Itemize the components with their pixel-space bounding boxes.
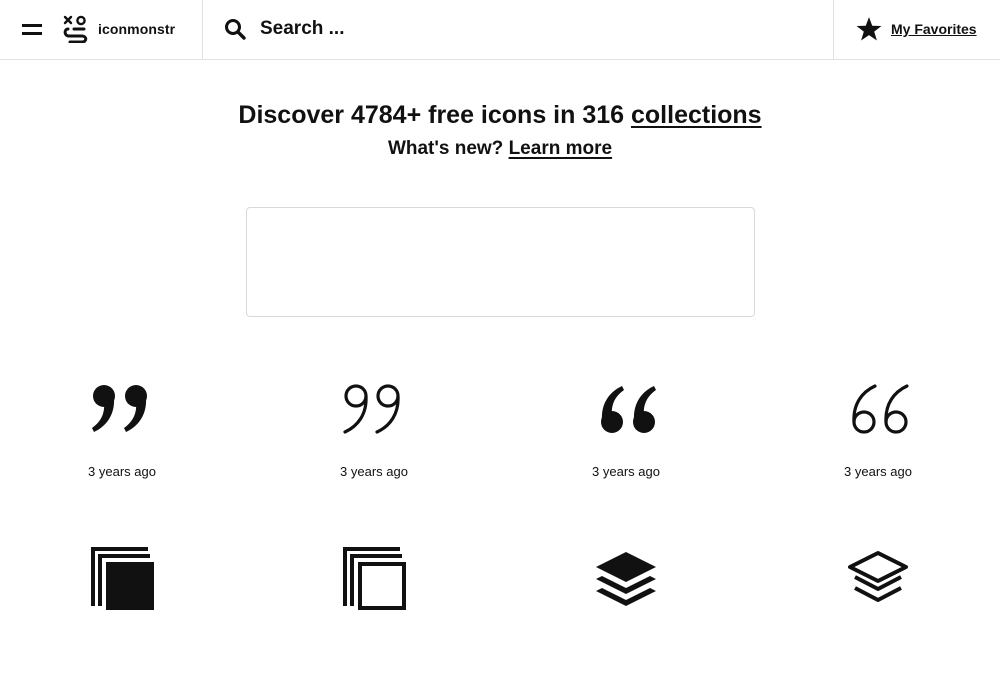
star-icon [856,17,882,41]
layers-outline-icon [848,551,908,602]
page-headline: Discover 4784+ free icons in 316 collect… [0,98,1000,132]
ad-placeholder-box [246,207,755,317]
icon-card[interactable]: 3 years ago [778,378,978,508]
icon-date: 3 years ago [88,464,156,479]
icon-card[interactable]: 3 years ago [274,378,474,508]
icon-card[interactable] [526,546,726,676]
brand-name: iconmonstr [98,21,176,37]
layers-filled-icon [596,552,656,606]
header-divider [833,0,834,60]
collections-link[interactable]: collections [631,101,762,129]
icon-card[interactable] [778,546,978,676]
icon-card[interactable] [22,546,222,676]
top-navigation-bar: iconmonstr My Favorites [0,0,1000,60]
header-divider [202,0,203,60]
whats-new-text: What's new? [387,138,509,159]
stacked-squares-outline-icon [343,547,406,610]
quote-thin-left-icon [852,384,909,434]
hamburger-menu-icon [22,24,42,35]
icon-card[interactable]: 3 years ago [22,378,222,508]
quote-bold-right-icon [92,385,147,432]
icon-date: 3 years ago [844,464,912,479]
stacked-squares-filled-icon [91,547,154,610]
search-icon[interactable] [224,18,246,40]
menu-icon[interactable] [22,22,42,38]
learn-more-link[interactable]: Learn more [509,138,612,159]
iconmonstr-logo-icon [63,15,88,43]
my-favorites-label: My Favorites [891,21,977,37]
search-input[interactable] [260,12,810,46]
headline-text: Discover 4784+ free icons in 316 [238,101,631,129]
whats-new-line: What's new? Learn more [0,136,1000,162]
icon-card[interactable]: 3 years ago [526,378,726,508]
brand-logo-link[interactable]: iconmonstr [62,14,175,44]
my-favorites-link[interactable]: My Favorites [856,15,977,43]
icon-card[interactable] [274,546,474,676]
quote-thin-right-icon [343,384,400,434]
icon-date: 3 years ago [592,464,660,479]
icon-date: 3 years ago [340,464,408,479]
quote-bold-left-icon [601,386,656,433]
